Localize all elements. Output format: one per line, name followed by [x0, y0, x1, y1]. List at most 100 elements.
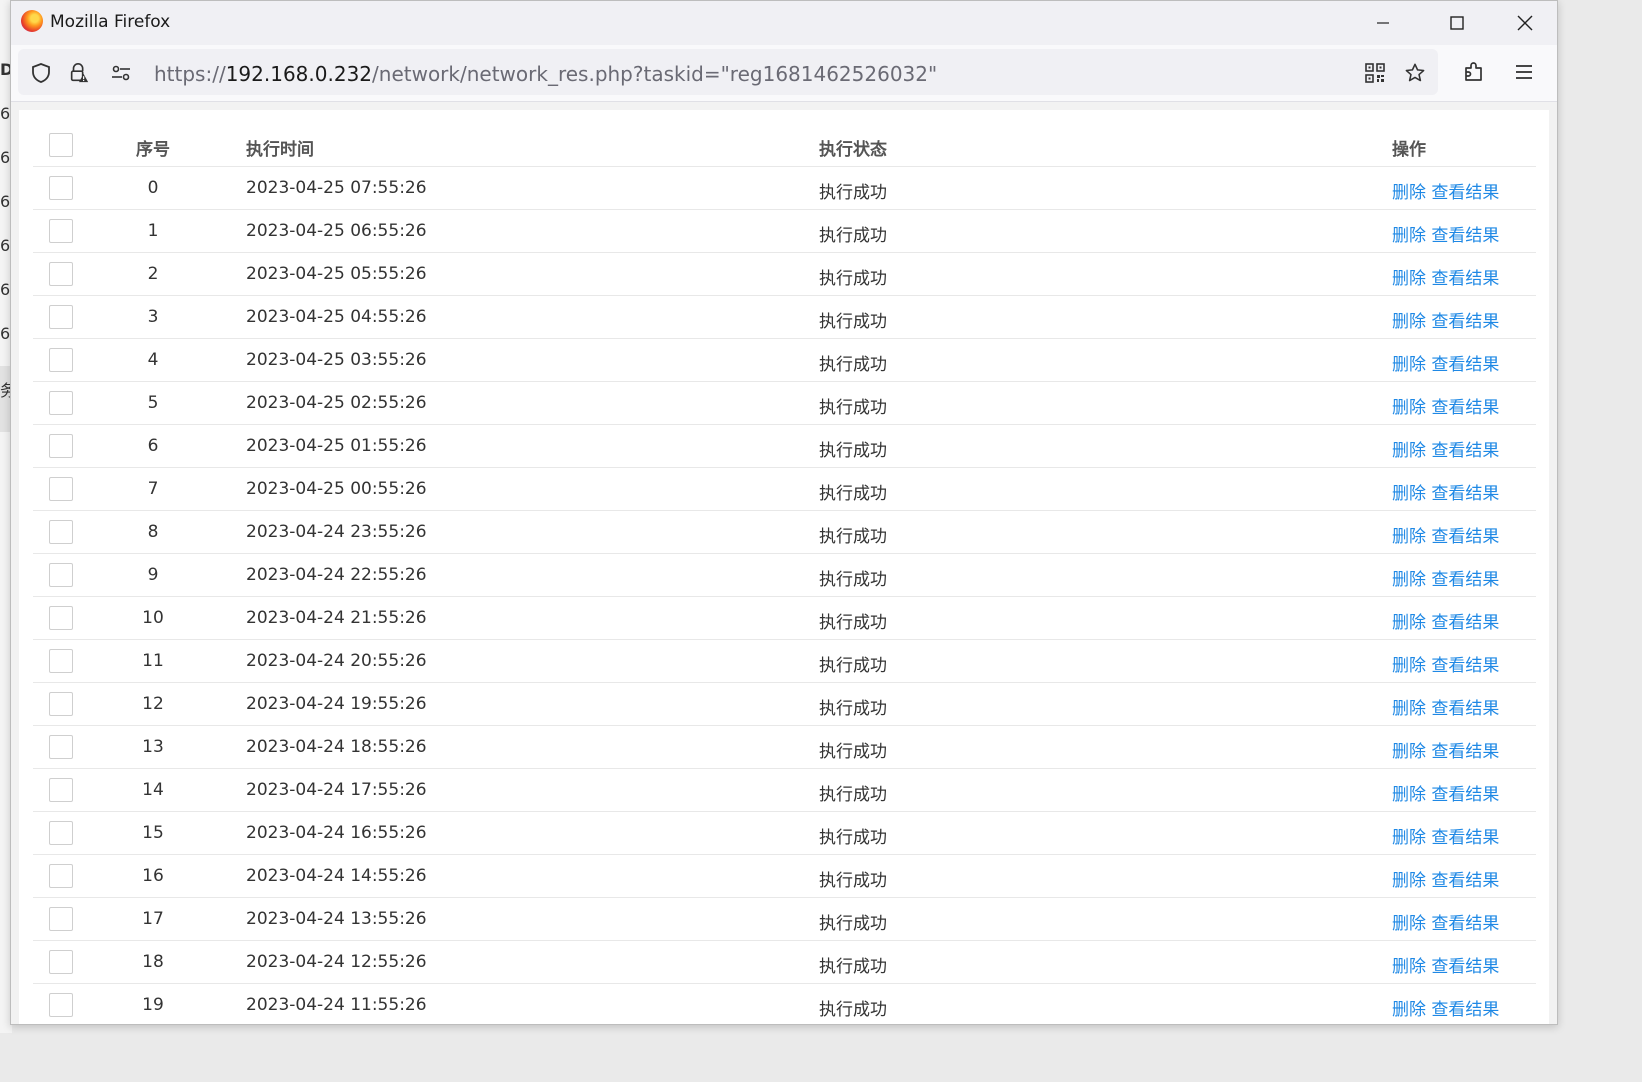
view-result-link[interactable]: 查看结果: [1431, 355, 1499, 375]
row-actions: 删除 查看结果: [1392, 178, 1499, 203]
view-result-link[interactable]: 查看结果: [1431, 183, 1499, 203]
row-checkbox[interactable]: [49, 649, 73, 673]
row-time: 2023-04-24 16:55:26: [246, 823, 427, 843]
maximize-button[interactable]: [1435, 7, 1479, 39]
row-checkbox[interactable]: [49, 864, 73, 888]
row-checkbox[interactable]: [49, 219, 73, 243]
row-seq: 3: [147, 307, 159, 327]
row-seq: 1: [147, 221, 159, 241]
background-text: 6: [0, 104, 11, 123]
row-checkbox[interactable]: [49, 176, 73, 200]
view-result-link[interactable]: 查看结果: [1431, 570, 1499, 590]
delete-link[interactable]: 删除: [1392, 828, 1426, 848]
row-checkbox[interactable]: [49, 606, 73, 630]
view-result-link[interactable]: 查看结果: [1431, 269, 1499, 289]
row-checkbox[interactable]: [49, 262, 73, 286]
delete-link[interactable]: 删除: [1392, 656, 1426, 676]
row-checkbox[interactable]: [49, 391, 73, 415]
view-result-link[interactable]: 查看结果: [1431, 484, 1499, 504]
delete-link[interactable]: 删除: [1392, 226, 1426, 246]
delete-link[interactable]: 删除: [1392, 312, 1426, 332]
row-seq: 18: [142, 952, 164, 972]
delete-link[interactable]: 删除: [1392, 613, 1426, 633]
close-button[interactable]: [1503, 7, 1547, 39]
row-actions: 删除 查看结果: [1392, 823, 1499, 848]
extensions-puzzle-icon[interactable]: [1461, 59, 1487, 85]
view-result-link[interactable]: 查看结果: [1431, 828, 1499, 848]
view-result-link[interactable]: 查看结果: [1431, 312, 1499, 332]
delete-link[interactable]: 删除: [1392, 441, 1426, 461]
row-time: 2023-04-24 23:55:26: [246, 522, 427, 542]
row-time: 2023-04-25 00:55:26: [246, 479, 427, 499]
delete-link[interactable]: 删除: [1392, 699, 1426, 719]
row-checkbox[interactable]: [49, 477, 73, 501]
row-checkbox[interactable]: [49, 305, 73, 329]
view-result-link[interactable]: 查看结果: [1431, 656, 1499, 676]
background-text: 6: [0, 148, 11, 167]
delete-link[interactable]: 删除: [1392, 914, 1426, 934]
view-result-link[interactable]: 查看结果: [1431, 398, 1499, 418]
row-checkbox[interactable]: [49, 348, 73, 372]
row-checkbox[interactable]: [49, 692, 73, 716]
row-checkbox[interactable]: [49, 907, 73, 931]
row-checkbox[interactable]: [49, 778, 73, 802]
table-row: 19 2023-04-24 11:55:26 执行成功 删除 查看结果: [33, 984, 1536, 1024]
view-result-link[interactable]: 查看结果: [1431, 1000, 1499, 1020]
delete-link[interactable]: 删除: [1392, 484, 1426, 504]
row-status: 执行成功: [819, 183, 887, 203]
row-actions: 删除 查看结果: [1392, 522, 1499, 547]
view-result-link[interactable]: 查看结果: [1431, 613, 1499, 633]
row-checkbox[interactable]: [49, 520, 73, 544]
view-result-link[interactable]: 查看结果: [1431, 699, 1499, 719]
row-status: 执行成功: [819, 914, 887, 934]
table-row: 11 2023-04-24 20:55:26 执行成功 删除 查看结果: [33, 640, 1536, 683]
table-row: 1 2023-04-25 06:55:26 执行成功 删除 查看结果: [33, 210, 1536, 253]
bookmark-star-icon[interactable]: [1404, 62, 1426, 84]
url-text[interactable]: https://192.168.0.232/network/network_re…: [154, 62, 937, 86]
row-checkbox[interactable]: [49, 993, 73, 1017]
view-result-link[interactable]: 查看结果: [1431, 742, 1499, 762]
row-seq: 8: [147, 522, 159, 542]
view-result-link[interactable]: 查看结果: [1431, 957, 1499, 977]
row-status: 执行成功: [819, 527, 887, 547]
table-row: 12 2023-04-24 19:55:26 执行成功 删除 查看结果: [33, 683, 1536, 726]
url-scheme: https://: [154, 62, 226, 86]
table-row: 14 2023-04-24 17:55:26 执行成功 删除 查看结果: [33, 769, 1536, 812]
select-all-checkbox[interactable]: [49, 133, 73, 157]
view-result-link[interactable]: 查看结果: [1431, 785, 1499, 805]
row-actions: 删除 查看结果: [1392, 909, 1499, 934]
table-row: 10 2023-04-24 21:55:26 执行成功 删除 查看结果: [33, 597, 1536, 640]
delete-link[interactable]: 删除: [1392, 355, 1426, 375]
address-bar[interactable]: https://192.168.0.232/network/network_re…: [18, 49, 1438, 95]
insecure-lock-warning-icon[interactable]: [68, 62, 90, 84]
delete-link[interactable]: 删除: [1392, 957, 1426, 977]
delete-link[interactable]: 删除: [1392, 785, 1426, 805]
row-seq: 0: [147, 178, 159, 198]
delete-link[interactable]: 删除: [1392, 570, 1426, 590]
delete-link[interactable]: 删除: [1392, 1000, 1426, 1020]
tracking-protection-shield-icon[interactable]: [30, 62, 52, 84]
view-result-link[interactable]: 查看结果: [1431, 871, 1499, 891]
delete-link[interactable]: 删除: [1392, 183, 1426, 203]
row-checkbox[interactable]: [49, 563, 73, 587]
row-status: 执行成功: [819, 484, 887, 504]
delete-link[interactable]: 删除: [1392, 269, 1426, 289]
minimize-button[interactable]: [1361, 7, 1405, 39]
delete-link[interactable]: 删除: [1392, 398, 1426, 418]
row-checkbox[interactable]: [49, 434, 73, 458]
row-checkbox[interactable]: [49, 821, 73, 845]
delete-link[interactable]: 删除: [1392, 527, 1426, 547]
row-checkbox[interactable]: [49, 950, 73, 974]
view-result-link[interactable]: 查看结果: [1431, 226, 1499, 246]
view-result-link[interactable]: 查看结果: [1431, 441, 1499, 461]
view-result-link[interactable]: 查看结果: [1431, 527, 1499, 547]
delete-link[interactable]: 删除: [1392, 871, 1426, 891]
row-status: 执行成功: [819, 656, 887, 676]
menu-hamburger-icon[interactable]: [1511, 59, 1537, 85]
row-actions: 删除 查看结果: [1392, 737, 1499, 762]
delete-link[interactable]: 删除: [1392, 742, 1426, 762]
permissions-icon[interactable]: [110, 62, 132, 84]
row-checkbox[interactable]: [49, 735, 73, 759]
view-result-link[interactable]: 查看结果: [1431, 914, 1499, 934]
qr-code-icon[interactable]: [1364, 62, 1386, 84]
